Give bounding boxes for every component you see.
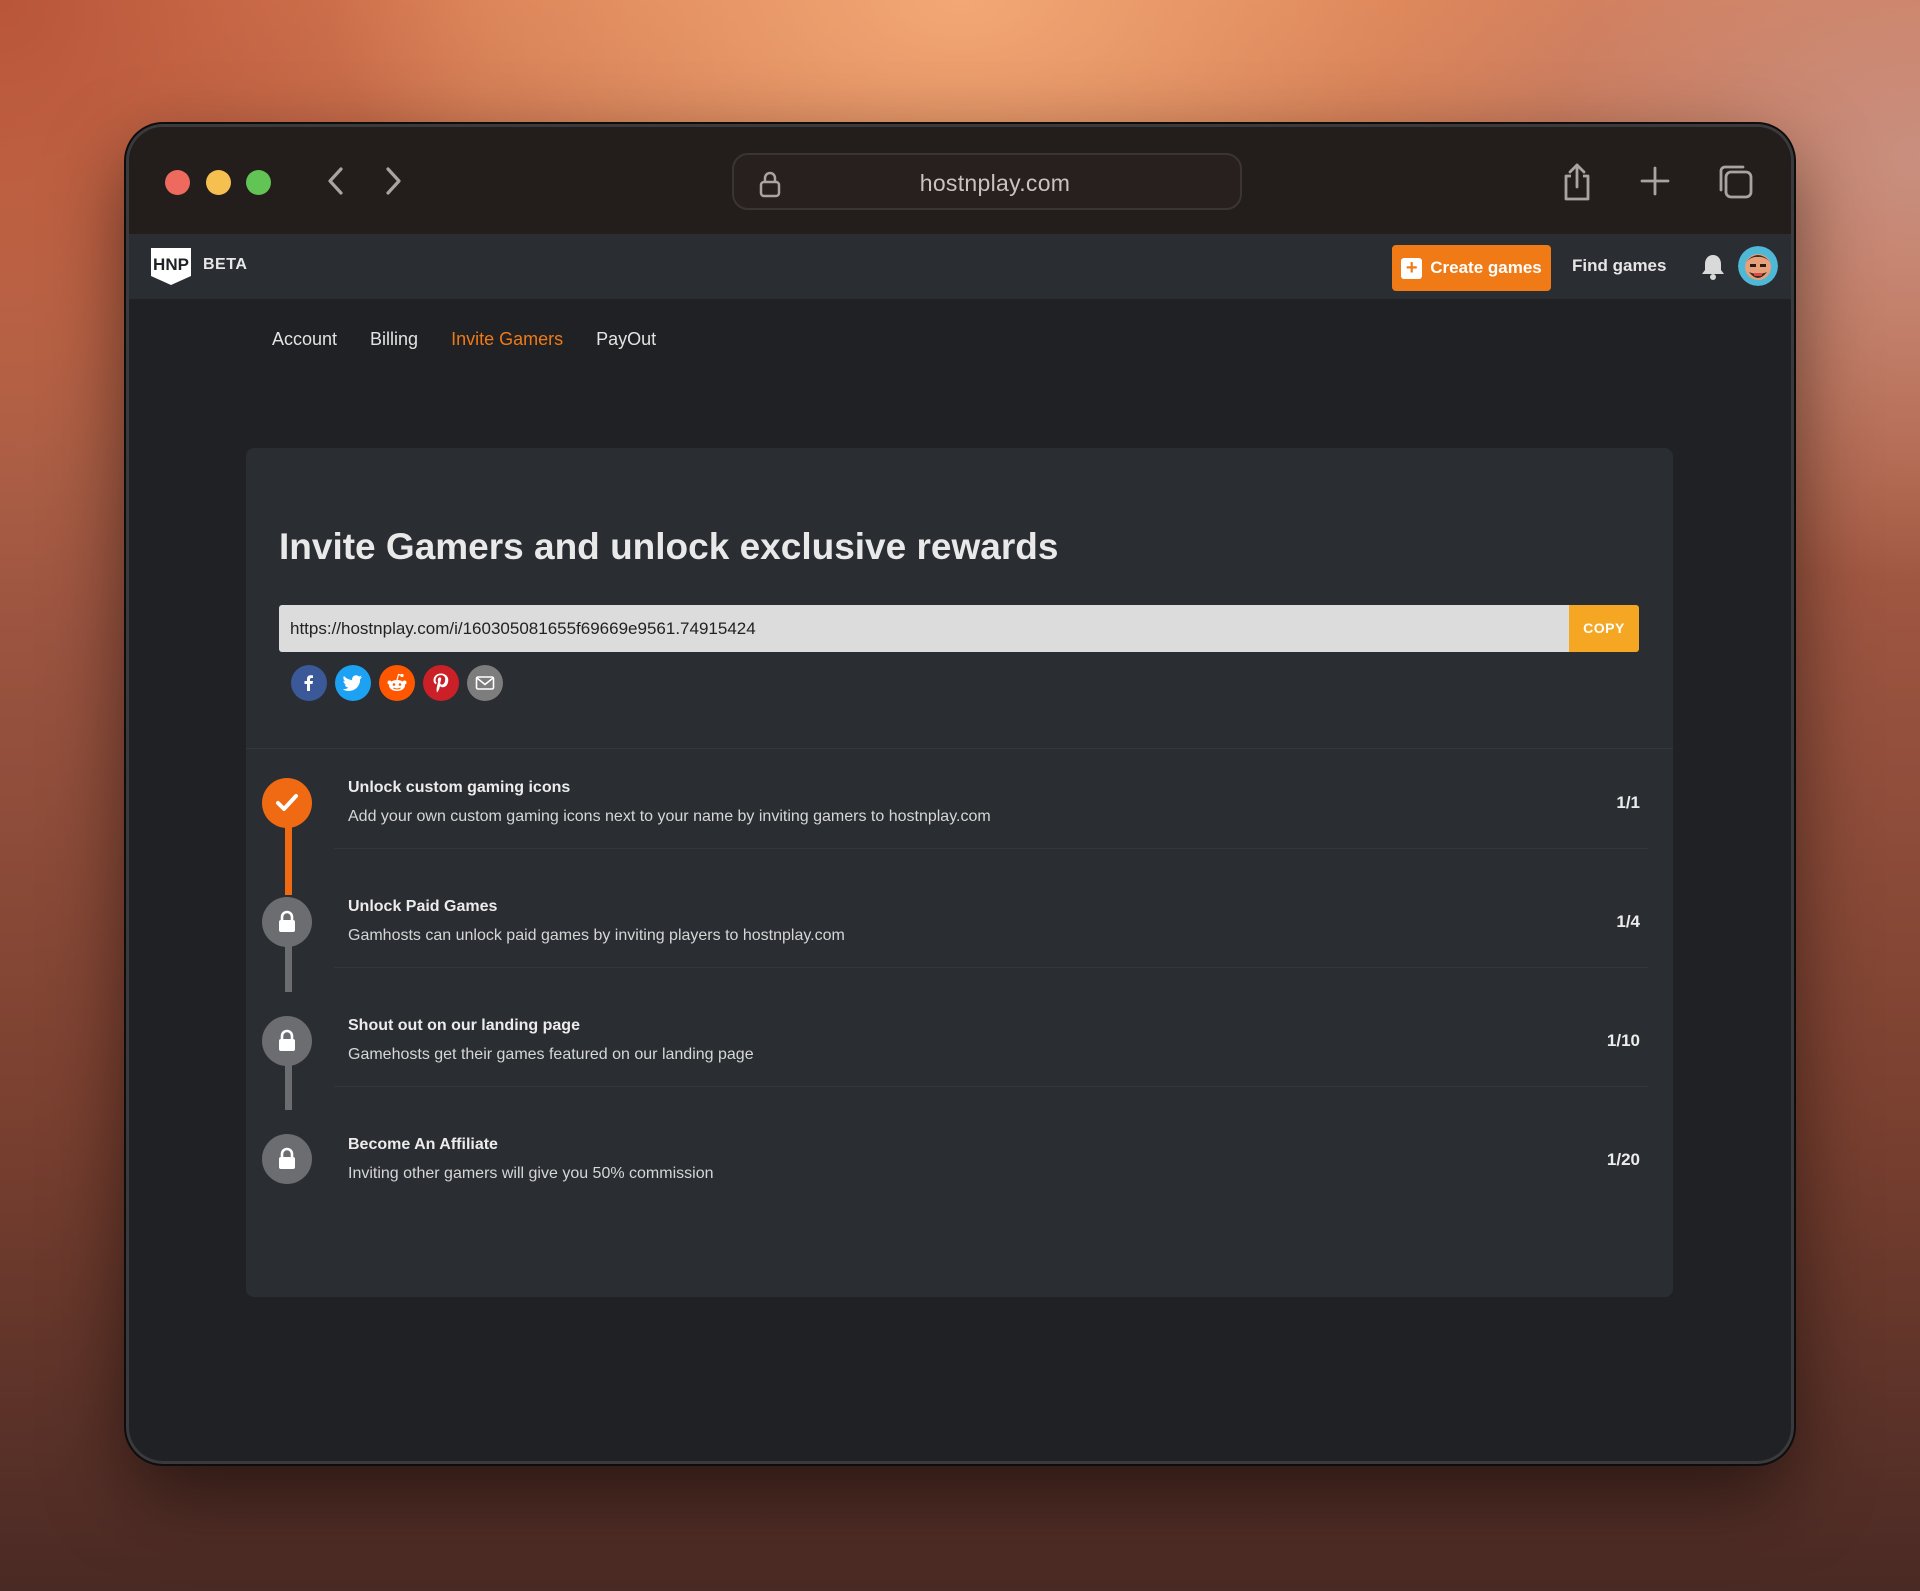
timeline-progress-line — [285, 823, 292, 895]
reward-description: Inviting other gamers will give you 50% … — [348, 1165, 714, 1182]
milestone-locked — [262, 1016, 312, 1066]
reward-progress: 1/1 — [1616, 793, 1640, 812]
beta-label: BETA — [203, 256, 248, 273]
reward-progress: 1/10 — [1606, 1031, 1640, 1050]
new-tab-plus-icon[interactable] — [1639, 165, 1671, 197]
reward-description: Add your own custom gaming icons next to… — [348, 808, 991, 825]
checkmark-icon — [276, 794, 298, 811]
invite-card: Invite Gamers and unlock exclusive rewar… — [246, 448, 1673, 1297]
page-title: Invite Gamers and unlock exclusive rewar… — [279, 526, 1059, 567]
plus-icon: + — [1401, 257, 1423, 279]
lock-icon — [279, 910, 295, 932]
logo-text: HNP — [153, 255, 189, 274]
close-window-button[interactable] — [165, 170, 190, 195]
tab-billing[interactable]: Billing — [370, 329, 418, 350]
lock-icon — [279, 1029, 295, 1051]
email-icon[interactable] — [467, 665, 503, 701]
reward-title: Become An Affiliate — [348, 1136, 498, 1153]
reward-description: Gamhosts can unlock paid games by inviti… — [348, 927, 845, 944]
reward-title: Shout out on our landing page — [348, 1017, 580, 1034]
url-text: hostnplay.com — [919, 170, 1071, 196]
reddit-icon[interactable] — [379, 665, 415, 701]
browser-chrome: hostnplay.com — [129, 127, 1791, 234]
tabs-overview-icon[interactable] — [1715, 163, 1755, 201]
facebook-icon[interactable] — [291, 665, 327, 701]
maximize-window-button[interactable] — [246, 170, 271, 195]
create-games-label: Create games — [1430, 258, 1542, 277]
social-share-buttons — [291, 665, 503, 701]
find-games-link[interactable]: Find games — [1572, 256, 1666, 276]
pinterest-icon[interactable] — [423, 665, 459, 701]
lock-icon — [279, 1147, 295, 1169]
tab-account[interactable]: Account — [272, 329, 337, 350]
site-header: HNP BETA + Create games Find games — [129, 234, 1791, 299]
browser-window: hostnplay.com HNP BETA + Create games Fi… — [129, 127, 1791, 1461]
tab-payout[interactable]: PayOut — [596, 329, 656, 350]
reward-title: Unlock custom gaming icons — [348, 779, 571, 796]
invite-link-field[interactable]: https://hostnplay.com/i/160305081655f696… — [279, 605, 1570, 652]
minimize-window-button[interactable] — [206, 170, 231, 195]
reward-title: Unlock Paid Games — [348, 898, 498, 915]
reward-description: Gamehosts get their games featured on ou… — [348, 1046, 754, 1063]
share-icon[interactable] — [1560, 162, 1594, 202]
row-divider — [334, 848, 1648, 849]
reward-progress: 1/4 — [1616, 912, 1640, 931]
avatar[interactable] — [1738, 246, 1778, 286]
tab-invite-gamers[interactable]: Invite Gamers — [451, 329, 563, 350]
hnp-logo-icon[interactable]: HNP — [149, 246, 193, 286]
row-divider — [334, 967, 1648, 968]
reward-progress: 1/20 — [1606, 1150, 1640, 1169]
create-games-button[interactable]: + Create games — [1392, 245, 1551, 291]
address-bar[interactable]: hostnplay.com — [732, 153, 1242, 210]
copy-button[interactable]: COPY — [1569, 605, 1639, 652]
bell-icon[interactable] — [1700, 253, 1726, 281]
milestone-locked — [262, 897, 312, 947]
row-divider — [334, 1086, 1648, 1087]
settings-tabs: Account Billing Invite Gamers PayOut — [272, 329, 656, 350]
twitter-icon[interactable] — [335, 665, 371, 701]
card-divider — [246, 748, 1673, 749]
forward-arrow-icon[interactable] — [378, 163, 408, 199]
milestone-locked — [262, 1134, 312, 1184]
back-arrow-icon[interactable] — [321, 163, 351, 199]
milestone-done — [262, 778, 312, 828]
